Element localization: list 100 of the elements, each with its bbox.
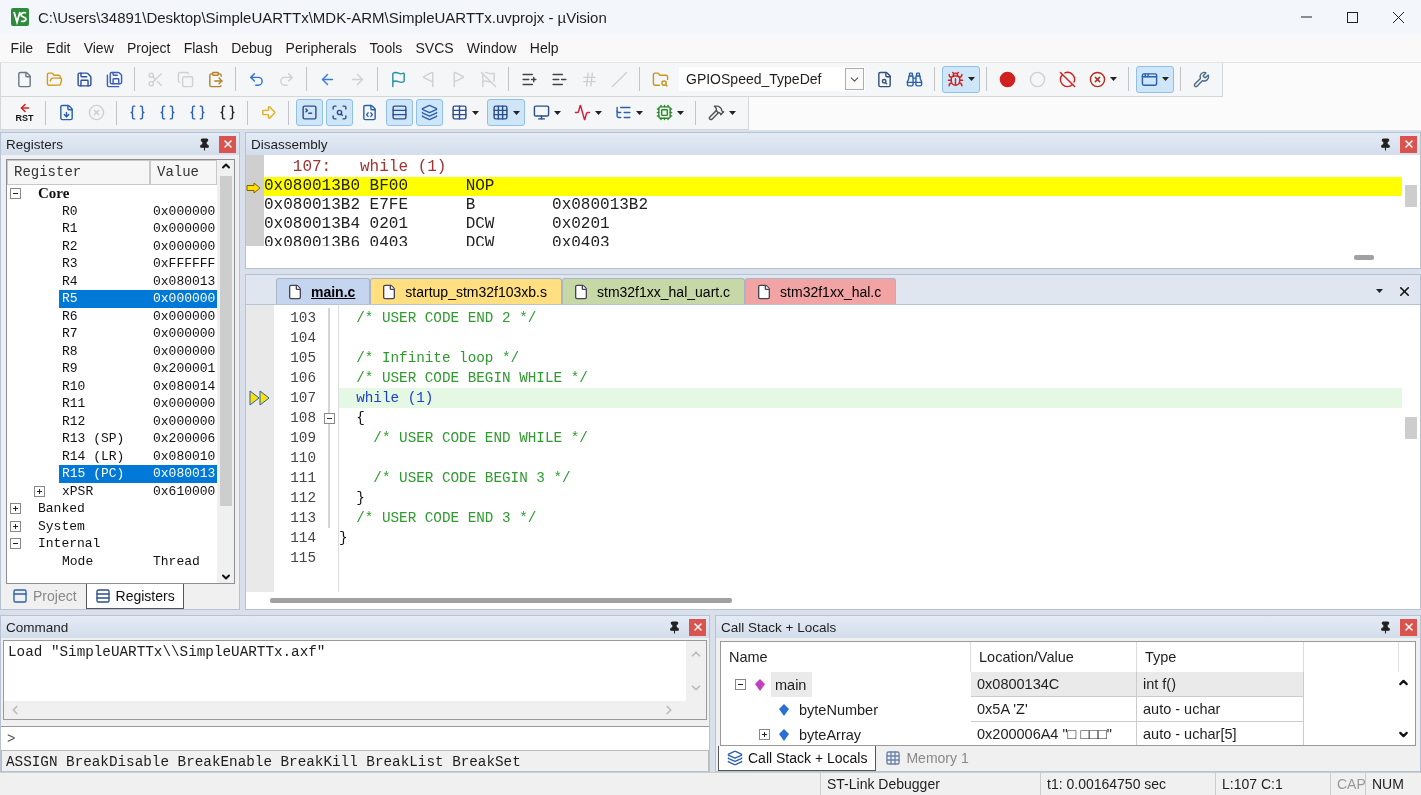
register-row[interactable]: R5 0x000000 bbox=[59, 290, 217, 308]
column-header[interactable]: Register bbox=[7, 160, 150, 185]
menu-item[interactable]: Tools bbox=[363, 40, 409, 56]
bug-button[interactable] bbox=[941, 65, 980, 93]
flag-icon bbox=[389, 70, 407, 88]
menu-item[interactable]: Edit bbox=[39, 40, 78, 56]
grid-icon bbox=[885, 750, 902, 766]
close-icon bbox=[1392, 11, 1404, 23]
filled-circle-icon bbox=[998, 70, 1016, 88]
file-tab[interactable]: startup_stm32f103xb.s bbox=[370, 278, 562, 304]
terminal-button[interactable] bbox=[295, 99, 323, 127]
register-row[interactable]: R0 0x000000 bbox=[59, 202, 217, 220]
file-tab[interactable]: main.c bbox=[276, 278, 371, 304]
braces-icon bbox=[158, 104, 176, 122]
register-row[interactable]: Mode Thread bbox=[59, 552, 217, 570]
menu-item[interactable]: Help bbox=[523, 40, 566, 56]
expand-icon[interactable] bbox=[759, 729, 770, 740]
register-row[interactable]: R13 (SP) 0x200006 bbox=[59, 430, 217, 448]
register-row[interactable]: R4 0x080013 bbox=[59, 272, 217, 290]
register-row[interactable]: R11 0x000000 bbox=[59, 395, 217, 413]
collapse-icon[interactable] bbox=[735, 679, 746, 690]
file-tab[interactable]: stm32f1xx_hal.c bbox=[745, 278, 897, 304]
rows-button[interactable] bbox=[385, 99, 413, 127]
dropdown-button[interactable] bbox=[845, 68, 864, 91]
layers-button[interactable] bbox=[415, 99, 443, 127]
code-comment: /* USER CODE END WHILE */ bbox=[372, 430, 588, 446]
register-row[interactable]: R10 0x080014 bbox=[59, 377, 217, 395]
close-button[interactable] bbox=[1400, 135, 1417, 153]
register-row[interactable]: R8 0x000000 bbox=[59, 342, 217, 360]
caret-icon bbox=[553, 110, 561, 115]
register-row[interactable]: Banked bbox=[35, 500, 217, 518]
register-value: 0x080014 bbox=[153, 378, 216, 394]
code-line: { bbox=[355, 410, 365, 426]
register-row[interactable]: R9 0x200001 bbox=[59, 360, 217, 378]
collapse-icon[interactable] bbox=[323, 412, 335, 424]
symbol-name[interactable]: main bbox=[771, 672, 813, 697]
window-button[interactable] bbox=[1135, 65, 1174, 93]
reset-button[interactable]: RST bbox=[10, 99, 39, 127]
column-header[interactable]: Value bbox=[150, 160, 217, 185]
collapse-icon[interactable] bbox=[10, 188, 21, 200]
caret-icon bbox=[1109, 77, 1117, 82]
scrollbar-thumb[interactable] bbox=[219, 176, 232, 506]
register-row[interactable]: R1 0x000000 bbox=[59, 220, 217, 238]
menu-item[interactable]: SVCS bbox=[408, 40, 461, 56]
scan-search-button[interactable] bbox=[325, 99, 353, 127]
register-name: Core bbox=[37, 185, 71, 203]
pin-icon[interactable] bbox=[1379, 620, 1392, 634]
symbol-name[interactable]: byteArray bbox=[795, 722, 868, 745]
register-row[interactable]: R3 0xFFFFFF bbox=[59, 255, 217, 273]
status-text: NUM bbox=[1365, 773, 1407, 795]
panel-tab[interactable]: Call Stack + Locals bbox=[718, 746, 877, 771]
register-row[interactable]: R14 (LR) 0x080010 bbox=[59, 447, 217, 465]
register-row[interactable]: R7 0x000000 bbox=[59, 325, 217, 343]
new-file-icon bbox=[15, 70, 33, 88]
menu-item[interactable]: Project bbox=[120, 40, 178, 56]
expand-icon[interactable] bbox=[10, 520, 21, 532]
close-icon bbox=[221, 138, 234, 150]
register-row[interactable]: xPSR 0x610000 bbox=[59, 482, 217, 500]
pin-icon[interactable] bbox=[198, 137, 211, 151]
close-button[interactable] bbox=[1400, 618, 1417, 636]
register-row[interactable]: R6 0x000000 bbox=[59, 307, 217, 325]
register-row[interactable]: R12 0x000000 bbox=[59, 412, 217, 430]
panel-tab[interactable]: Registers bbox=[85, 584, 184, 609]
register-row[interactable]: R15 (PC) 0x080013 bbox=[59, 465, 217, 483]
status-text: L:107 C:1 bbox=[1215, 773, 1330, 795]
register-row[interactable]: R2 0x000000 bbox=[59, 237, 217, 255]
scrollbar-thumb[interactable] bbox=[1405, 185, 1417, 207]
file-tab[interactable]: stm32f1xx_hal_uart.c bbox=[562, 278, 746, 304]
paste-icon bbox=[206, 70, 224, 88]
menu-item[interactable]: Debug bbox=[224, 40, 279, 56]
register-row[interactable]: System bbox=[35, 517, 217, 535]
caret-icon bbox=[635, 110, 643, 115]
close-button[interactable] bbox=[219, 135, 236, 153]
register-row[interactable]: Internal bbox=[35, 535, 217, 553]
menu-item[interactable]: View bbox=[77, 40, 121, 56]
expand-icon[interactable] bbox=[10, 503, 21, 515]
register-value: 0x200001 bbox=[153, 361, 216, 377]
pin-icon[interactable] bbox=[668, 620, 681, 634]
table-cell: int f() bbox=[1137, 672, 1304, 697]
scrollbar-thumb[interactable] bbox=[1354, 254, 1374, 260]
menu-item[interactable]: Window bbox=[460, 40, 524, 56]
menu-item[interactable]: Flash bbox=[177, 40, 225, 56]
expand-icon[interactable] bbox=[34, 485, 45, 497]
scrollbar-thumb[interactable] bbox=[1405, 417, 1417, 439]
circle-off-icon bbox=[1058, 70, 1076, 88]
menu-item[interactable]: File bbox=[4, 40, 40, 56]
grid-button[interactable] bbox=[486, 99, 525, 127]
line-number: 115 bbox=[289, 549, 317, 568]
collapse-icon[interactable] bbox=[10, 538, 21, 550]
register-value: 0x000000 bbox=[153, 308, 216, 324]
register-row[interactable]: Core bbox=[35, 185, 217, 203]
symbol-combo-box[interactable]: GPIOSpeed_TypeDef bbox=[679, 67, 865, 92]
scrollbar-thumb[interactable] bbox=[270, 598, 732, 603]
cpu-icon bbox=[655, 104, 673, 122]
caret-icon bbox=[676, 110, 684, 115]
pin-icon[interactable] bbox=[1379, 137, 1392, 151]
menu-item[interactable]: Peripherals bbox=[279, 40, 363, 56]
symbol-name[interactable]: byteNumber bbox=[795, 697, 884, 722]
table-cell: 0x5A 'Z' bbox=[971, 697, 1137, 722]
close-button[interactable] bbox=[689, 618, 706, 636]
